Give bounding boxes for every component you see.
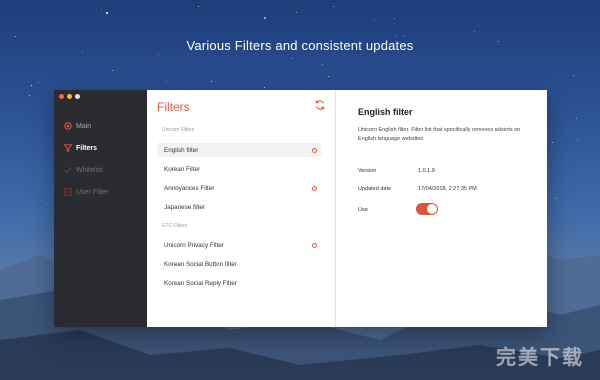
section-label-unicorn: Unicorn Filters bbox=[162, 127, 195, 133]
section-label-etc: ETC Filters bbox=[162, 223, 187, 229]
star bbox=[111, 69, 113, 71]
user-filter-icon bbox=[63, 188, 72, 197]
panel-title: Filters bbox=[157, 100, 190, 114]
use-label: Use bbox=[358, 207, 368, 213]
updated-date-label: Updated date bbox=[358, 186, 392, 192]
star bbox=[14, 35, 16, 37]
toggle-knob bbox=[427, 204, 437, 214]
filter-item-korean[interactable]: Korean Filter bbox=[157, 162, 321, 176]
zoom-window-button[interactable] bbox=[75, 94, 80, 99]
close-window-button[interactable] bbox=[59, 94, 64, 99]
star bbox=[395, 35, 397, 37]
star bbox=[296, 11, 298, 13]
version-value: 1.0.1.9 bbox=[418, 168, 435, 174]
version-label: Version bbox=[358, 168, 377, 174]
star bbox=[322, 64, 324, 66]
update-indicator-icon bbox=[312, 243, 317, 248]
filter-item-label: Korean Social Button filter bbox=[164, 260, 237, 268]
star bbox=[211, 80, 213, 82]
window-controls bbox=[59, 94, 80, 99]
filter-item-label: English filter bbox=[164, 146, 199, 154]
filter-item-label: Annoyances Filter bbox=[164, 184, 215, 192]
star bbox=[573, 74, 575, 76]
star bbox=[394, 17, 396, 19]
filter-icon bbox=[63, 144, 72, 153]
star bbox=[165, 81, 167, 83]
target-icon bbox=[63, 122, 72, 131]
star bbox=[105, 11, 108, 14]
refresh-icon[interactable] bbox=[314, 98, 326, 110]
star bbox=[46, 202, 48, 204]
headline: Various Filters and consistent updates bbox=[186, 38, 414, 53]
filter-item-label: Korean Social Reply Filter bbox=[164, 279, 237, 287]
sidebar-item-label: User Filter bbox=[76, 188, 109, 196]
star bbox=[101, 8, 103, 10]
star bbox=[31, 84, 33, 86]
update-indicator-icon bbox=[312, 186, 317, 191]
filter-detail-panel: English filter Unicorn English filter. F… bbox=[336, 90, 547, 327]
star bbox=[290, 57, 292, 59]
update-indicator-icon bbox=[312, 148, 317, 153]
star bbox=[158, 54, 160, 56]
filter-item-label: Japanese filter bbox=[164, 203, 205, 211]
filter-item-korean-social-reply[interactable]: Korean Social Reply Filter bbox=[157, 276, 321, 290]
sidebar-item-whitelist[interactable]: Whitelist bbox=[54, 159, 147, 181]
sidebar: Main Filters Whitelist User Filter bbox=[54, 90, 147, 327]
star bbox=[575, 118, 577, 120]
star bbox=[198, 6, 200, 8]
watermark-logo: 完美下载 bbox=[496, 347, 584, 369]
star bbox=[332, 5, 334, 7]
star bbox=[38, 81, 40, 83]
filter-item-korean-social-button[interactable]: Korean Social Button filter bbox=[157, 257, 321, 271]
detail-description: Unicorn English filter. Filter list that… bbox=[358, 127, 521, 142]
sidebar-nav: Main Filters Whitelist User Filter bbox=[54, 115, 147, 203]
filter-item-annoyances[interactable]: Annoyances Filter bbox=[157, 181, 321, 195]
sidebar-item-user-filter[interactable]: User Filter bbox=[54, 181, 147, 203]
sidebar-item-label: Main bbox=[76, 122, 92, 130]
sidebar-item-filters[interactable]: Filters bbox=[54, 137, 147, 159]
star bbox=[576, 140, 578, 142]
star bbox=[552, 142, 554, 144]
filter-item-label: Korean Filter bbox=[164, 165, 201, 173]
detail-title: English filter bbox=[358, 107, 413, 117]
filter-list-panel: Filters Unicorn Filters English filter K… bbox=[147, 90, 336, 327]
star bbox=[474, 31, 476, 33]
star bbox=[374, 19, 376, 21]
use-toggle[interactable] bbox=[416, 203, 438, 215]
star bbox=[556, 197, 558, 199]
updated-date-value: 17/04/2018, 2:27:35 PM bbox=[418, 186, 477, 192]
star bbox=[263, 86, 265, 88]
filter-item-label: Unicorn Privacy Filter bbox=[164, 241, 224, 249]
star bbox=[328, 75, 330, 77]
sidebar-item-label: Whitelist bbox=[76, 166, 103, 174]
minimize-window-button[interactable] bbox=[67, 94, 72, 99]
filter-item-japanese[interactable]: Japanese filter bbox=[157, 200, 321, 214]
sidebar-item-main[interactable]: Main bbox=[54, 115, 147, 137]
sidebar-item-label: Filters bbox=[76, 144, 98, 152]
filter-item-english[interactable]: English filter bbox=[157, 143, 321, 157]
check-icon bbox=[63, 166, 72, 175]
filter-item-unicorn-privacy[interactable]: Unicorn Privacy Filter bbox=[157, 238, 321, 252]
star bbox=[264, 17, 267, 20]
app-window: Main Filters Whitelist User Filter Filte… bbox=[54, 90, 547, 327]
star bbox=[28, 94, 30, 96]
